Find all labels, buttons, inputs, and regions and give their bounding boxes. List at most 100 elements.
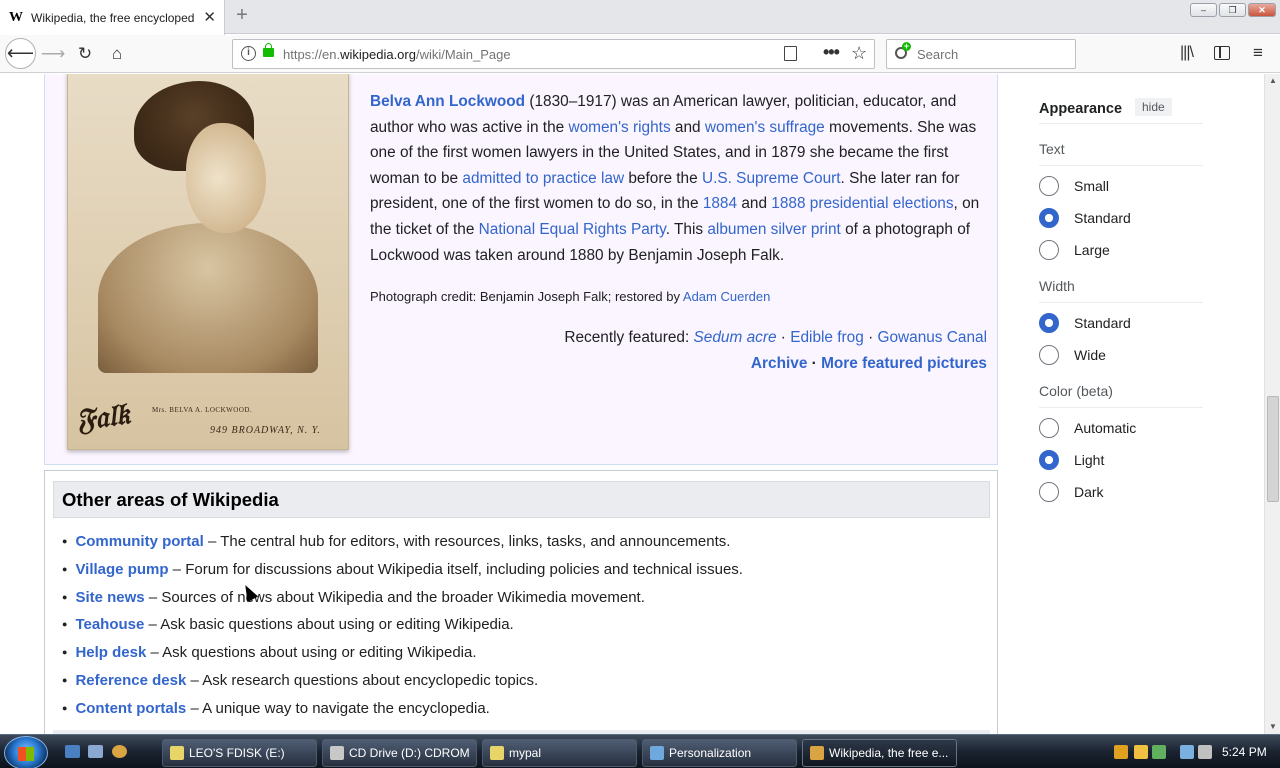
back-button[interactable]: ⟵ (5, 38, 36, 69)
minimize-window-button[interactable]: – (1190, 3, 1217, 17)
link-archive[interactable]: Archive (751, 355, 807, 372)
tray-app-icon[interactable] (1152, 745, 1166, 759)
forward-button[interactable]: ⟶ (40, 41, 66, 67)
network-icon[interactable] (1180, 745, 1194, 759)
link-admitted-to-practice-law[interactable]: admitted to practice law (462, 170, 624, 187)
radio-icon (1039, 240, 1059, 260)
link-edible-frog[interactable]: Edible frog (790, 329, 864, 346)
option-label: Small (1074, 178, 1110, 194)
hamburger-menu-icon[interactable]: ≡ (1253, 43, 1263, 63)
tray-folder-icon[interactable] (1134, 745, 1148, 759)
folder-icon (170, 746, 184, 760)
scroll-down-arrow-icon[interactable]: ▼ (1269, 722, 1277, 731)
text-size-small-option[interactable]: Small (1039, 176, 1109, 196)
search-input[interactable]: + Search (886, 39, 1076, 69)
link-womens-suffrage[interactable]: women's suffrage (705, 119, 825, 136)
link-us-supreme-court[interactable]: U.S. Supreme Court (702, 170, 841, 187)
link-adam-cuerden[interactable]: Adam Cuerden (683, 289, 770, 304)
link-more-featured-pictures[interactable]: More featured pictures (821, 355, 987, 372)
color-automatic-option[interactable]: Automatic (1039, 418, 1136, 438)
restore-window-button[interactable]: ❐ (1219, 3, 1246, 17)
list-item: Teahouse – Ask basic questions about usi… (62, 611, 743, 639)
volume-muted-icon[interactable] (1198, 745, 1212, 759)
list-item-text: – Ask research questions about encyclope… (186, 671, 539, 689)
link-national-equal-rights-party[interactable]: National Equal Rights Party (479, 221, 666, 238)
desc-text: and (670, 118, 705, 136)
new-tab-button[interactable]: + (230, 4, 254, 27)
link-help-desk[interactable]: Help desk (75, 644, 146, 661)
color-dark-option[interactable]: Dark (1039, 482, 1104, 502)
link-gowanus-canal[interactable]: Gowanus Canal (877, 329, 987, 346)
taskbar-clock[interactable]: 5:24 PM (1222, 745, 1267, 759)
list-item-text: – A unique way to navigate the encyclope… (186, 699, 490, 717)
control-panel-icon (650, 746, 664, 760)
url-text[interactable]: https://en.wikipedia.org/wiki/Main_Page (283, 47, 511, 62)
switch-windows-icon[interactable] (88, 745, 103, 758)
show-desktop-icon[interactable] (65, 745, 80, 758)
scroll-up-arrow-icon[interactable]: ▲ (1269, 76, 1277, 85)
taskbar-item-wikipedia[interactable]: Wikipedia, the free e... (802, 739, 957, 767)
taskbar-item-label: LEO'S FDISK (E:) (189, 746, 285, 760)
link-1884[interactable]: 1884 (703, 195, 737, 212)
link-site-news[interactable]: Site news (75, 589, 144, 606)
close-window-button[interactable]: ✕ (1248, 3, 1276, 17)
sidebar-toggle-icon[interactable] (1214, 46, 1230, 60)
link-teahouse[interactable]: Teahouse (75, 616, 144, 633)
vertical-scrollbar[interactable]: ▲ ▼ (1264, 74, 1280, 734)
taskbar-item-cd-drive[interactable]: CD Drive (D:) CDROM (322, 739, 477, 767)
option-label: Standard (1074, 315, 1131, 331)
start-button[interactable] (4, 736, 48, 768)
recently-featured-label: Recently featured: (564, 329, 694, 346)
library-icon[interactable]: |||\ (1180, 44, 1194, 62)
close-tab-icon[interactable]: ✕ (203, 8, 216, 26)
section-heading: Other areas of Wikipedia (53, 481, 990, 518)
list-item: Community portal – The central hub for e… (62, 528, 743, 556)
color-light-option[interactable]: Light (1039, 450, 1104, 470)
shield-icon[interactable] (1114, 745, 1128, 759)
photo-caption-address: 949 BROADWAY, N. Y. (210, 425, 321, 436)
taskbar-item-label: CD Drive (D:) CDROM (349, 746, 470, 760)
taskbar-item-personalization[interactable]: Personalization (642, 739, 797, 767)
text-size-label: Text (1039, 141, 1203, 166)
page-actions-icon[interactable]: ••• (823, 42, 840, 63)
hide-appearance-button[interactable]: hide (1135, 98, 1172, 116)
list-item-text: – Sources of news about Wikipedia and th… (144, 588, 645, 606)
taskbar-item-label: mypal (509, 746, 542, 760)
scrollbar-thumb[interactable] (1267, 396, 1279, 502)
taskbar-item-fdisk[interactable]: LEO'S FDISK (E:) (162, 739, 317, 767)
appearance-header: Appearance hide (1039, 98, 1203, 124)
link-village-pump[interactable]: Village pump (75, 561, 168, 578)
link-content-portals[interactable]: Content portals (75, 700, 186, 717)
home-button[interactable]: ⌂ (104, 41, 130, 67)
link-1888-presidential-elections[interactable]: 1888 presidential elections (771, 195, 953, 212)
link-womens-rights[interactable]: women's rights (568, 119, 670, 136)
address-bar[interactable]: i https://en.wikipedia.org/wiki/Main_Pag… (232, 39, 875, 69)
reader-view-icon[interactable] (784, 46, 797, 61)
title-bar: W Wikipedia, the free encycloped ✕ + – ❐… (0, 0, 1280, 35)
link-belva-ann-lockwood[interactable]: Belva Ann Lockwood (370, 93, 525, 110)
portrait-face (186, 123, 266, 233)
browser-quicklaunch-icon[interactable] (112, 745, 127, 758)
taskbar-item-label: Wikipedia, the free e... (829, 746, 949, 760)
bookmark-star-icon[interactable]: ☆ (851, 43, 867, 64)
option-label: Dark (1074, 484, 1104, 500)
list-item: Help desk – Ask questions about using or… (62, 639, 743, 667)
lockwood-portrait-image[interactable]: 𝔉𝔞𝔩𝔨 Mrs. BELVA A. LOCKWOOD. 949 BROADWA… (67, 74, 349, 450)
browser-tab-wikipedia[interactable]: W Wikipedia, the free encycloped ✕ (0, 0, 225, 35)
text-size-large-option[interactable]: Large (1039, 240, 1110, 260)
radio-selected-icon (1039, 450, 1059, 470)
site-info-icon[interactable]: i (241, 46, 256, 61)
taskbar-item-mypal[interactable]: mypal (482, 739, 637, 767)
link-reference-desk[interactable]: Reference desk (75, 672, 186, 689)
picture-of-the-day-box: 𝔉𝔞𝔩𝔨 Mrs. BELVA A. LOCKWOOD. 949 BROADWA… (44, 74, 998, 465)
link-albumen-silver-print[interactable]: albumen silver print (707, 221, 840, 238)
width-wide-option[interactable]: Wide (1039, 345, 1106, 365)
archive-links: Archive · More featured pictures (387, 355, 987, 373)
radio-selected-icon (1039, 313, 1059, 333)
appearance-title: Appearance (1039, 101, 1123, 117)
reload-button[interactable]: ↻ (72, 41, 98, 67)
link-sedum-acre[interactable]: Sedum acre (694, 329, 777, 346)
text-size-standard-option[interactable]: Standard (1039, 208, 1131, 228)
link-community-portal[interactable]: Community portal (75, 533, 203, 550)
width-standard-option[interactable]: Standard (1039, 313, 1131, 333)
